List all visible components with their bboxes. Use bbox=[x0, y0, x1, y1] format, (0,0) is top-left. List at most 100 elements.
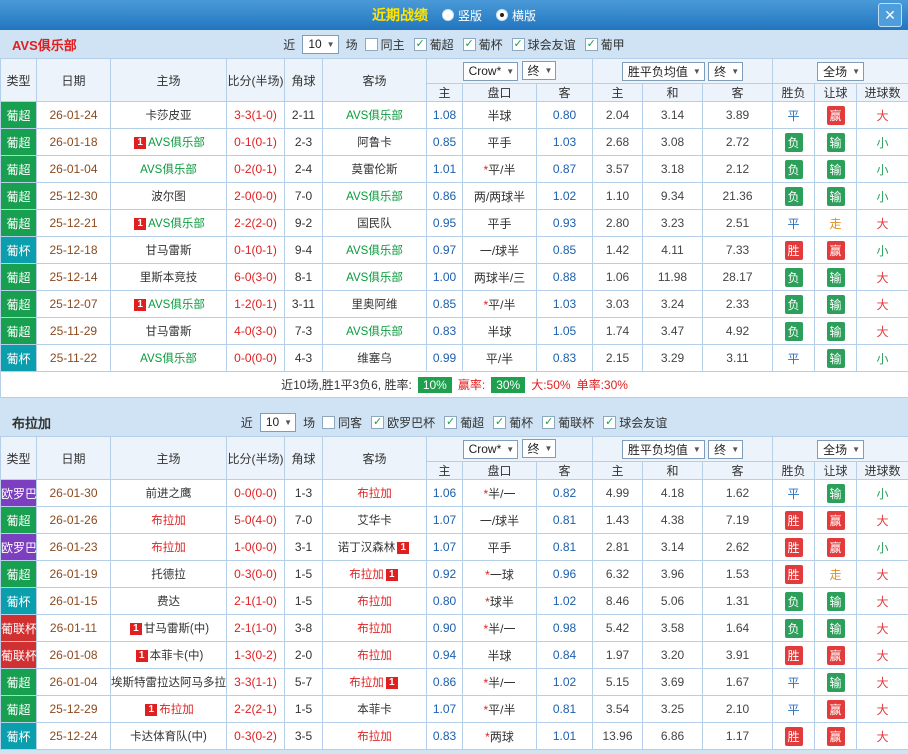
final-avg-select[interactable]: 终 ▼ bbox=[708, 439, 744, 459]
filter-同主[interactable]: 同主 bbox=[364, 36, 405, 53]
scope-select[interactable]: 全场 ▼ bbox=[817, 61, 864, 81]
match-row: 欧罗巴杯26-01-30 前进之鹰 0-0(0-0)1-3 布拉加 1.06*半/一0.… bbox=[0, 479, 908, 507]
filter-label: 葡甲 bbox=[600, 37, 625, 52]
col-handicap-result: 让球 bbox=[814, 461, 858, 480]
filter-葡甲[interactable]: ✓ 葡甲 bbox=[584, 36, 625, 53]
chevron-down-icon: ▼ bbox=[852, 66, 860, 76]
chevron-down-icon: ▼ bbox=[731, 444, 740, 454]
team-section-braga: 布拉加 近 10 ▼ 场 同客 ✓ 欧罗巴杯 ✓ 葡超 ✓ 葡杯 ✓ 葡联杯 ✓ 球会友谊 类型 日期… bbox=[0, 408, 908, 750]
checkbox-checked-icon[interactable]: ✓ bbox=[413, 37, 427, 51]
filter-label: 欧罗巴杯 bbox=[387, 415, 436, 430]
away-handicap-odds: 0.81 bbox=[536, 695, 593, 723]
avg-odds-controls: 胜平负均值 ▼ 终 ▼ bbox=[591, 436, 774, 462]
team-name: 国民队 bbox=[357, 218, 392, 230]
match-row: 葡超 25-11-29 甘马雷斯 4-0(3-0) 7-3 AVS俱乐部 0.83 半球 1.0… bbox=[0, 317, 908, 345]
avg-odds-select[interactable]: 胜平负均值 ▼ bbox=[621, 61, 705, 81]
home-team: 卡莎皮亚 bbox=[110, 101, 227, 129]
avg-odds-select[interactable]: 胜平负均值 ▼ bbox=[621, 439, 705, 459]
avg-home-odds: 13.96 bbox=[592, 722, 643, 750]
avg-home-odds: 5.42 bbox=[592, 614, 643, 642]
result-mark: 输 bbox=[826, 591, 845, 611]
filter-球会友谊[interactable]: ✓ 球会友谊 bbox=[603, 414, 667, 431]
handicap-controls: Crow* ▼ 终 ▼ bbox=[426, 58, 593, 84]
avg-away-odds: 2.10 bbox=[701, 695, 774, 723]
result-winlose: 胜 bbox=[772, 236, 816, 264]
result-winlose: 胜 bbox=[772, 722, 816, 750]
company-value: Crow* bbox=[468, 64, 502, 79]
close-icon[interactable]: ✕ bbox=[878, 3, 902, 27]
result-mark: 负 bbox=[784, 591, 803, 611]
filter-球会友谊[interactable]: ✓ 球会友谊 bbox=[511, 36, 576, 53]
checkbox-checked-icon[interactable]: ✓ bbox=[371, 415, 385, 429]
avg-away-odds: 1.62 bbox=[701, 479, 774, 507]
filter-欧罗巴杯[interactable]: ✓ 欧罗巴杯 bbox=[371, 414, 435, 431]
company-select[interactable]: Crow* ▼ bbox=[462, 61, 519, 81]
filter-同客[interactable]: 同客 bbox=[322, 414, 362, 431]
checkbox-checked-icon[interactable]: ✓ bbox=[603, 415, 617, 429]
avg-odds-controls: 胜平负均值 ▼ 终 ▼ bbox=[591, 58, 774, 84]
filter-葡杯[interactable]: ✓ 葡杯 bbox=[462, 36, 503, 53]
col-odds-away: 客 bbox=[536, 461, 593, 480]
score: 2-2(2-0) bbox=[226, 209, 285, 237]
checkbox-unchecked-icon[interactable] bbox=[364, 37, 378, 51]
checkbox-checked-icon[interactable]: ✓ bbox=[584, 37, 598, 51]
avg-home-odds: 1.43 bbox=[592, 506, 643, 534]
match-count-select[interactable]: 10 ▼ bbox=[302, 34, 339, 54]
checkbox-checked-icon[interactable]: ✓ bbox=[462, 37, 476, 51]
avg-draw-odds: 4.18 bbox=[642, 479, 703, 507]
filter-葡超[interactable]: ✓ 葡超 bbox=[444, 414, 484, 431]
league-badge: 葡联杯 bbox=[0, 614, 37, 642]
away-team: 本菲卡 bbox=[322, 695, 427, 723]
avg-draw-odds: 3.24 bbox=[642, 290, 703, 318]
star-mark: * bbox=[483, 675, 489, 690]
result-mark: 输 bbox=[826, 132, 845, 152]
team-name: 布拉加 bbox=[357, 488, 392, 500]
checkbox-checked-icon[interactable]: ✓ bbox=[444, 415, 458, 429]
recent-record-dialog: 近期战绩 竖版 横版 ✕ AVS俱乐部 近 10 ▼ 场 同主 ✓ 葡超 ✓ 葡杯 ✓ 球会友… bbox=[0, 0, 908, 754]
result-handicap: 输 bbox=[814, 614, 858, 642]
red-1-badge: 1 bbox=[385, 569, 398, 581]
dialog-title: 近期战绩 bbox=[371, 7, 428, 23]
result-handicap: 赢 bbox=[814, 641, 858, 669]
handicap-line: 一/球半 bbox=[462, 506, 537, 534]
match-rows: 欧罗巴杯26-01-30前进之鹰0-0(0-0)1-3布拉加1.06*半/一0.… bbox=[0, 479, 908, 750]
star-mark: * bbox=[483, 486, 489, 501]
checkbox-checked-icon[interactable]: ✓ bbox=[493, 415, 507, 429]
scope-select[interactable]: 全场 ▼ bbox=[817, 439, 864, 459]
checkbox-checked-icon[interactable]: ✓ bbox=[511, 37, 525, 51]
radio-unselected-icon[interactable] bbox=[441, 9, 454, 21]
handicap-line: *球半 bbox=[462, 587, 537, 615]
checkbox-checked-icon[interactable]: ✓ bbox=[542, 415, 556, 429]
radio-selected-icon[interactable] bbox=[496, 9, 508, 21]
filter-葡超[interactable]: ✓ 葡超 bbox=[413, 36, 454, 53]
filter-葡杯[interactable]: ✓ 葡杯 bbox=[493, 414, 533, 431]
final-odds-select[interactable]: 终 ▼ bbox=[521, 439, 557, 459]
col-score: 比分(半场) bbox=[226, 58, 285, 102]
team-name: AVS俱乐部 bbox=[346, 245, 403, 257]
filter-葡联杯[interactable]: ✓ 葡联杯 bbox=[542, 414, 594, 431]
match-count-select[interactable]: 10 ▼ bbox=[259, 412, 297, 432]
avg-draw-odds: 3.29 bbox=[642, 344, 703, 372]
checkbox-unchecked-icon[interactable] bbox=[322, 415, 336, 429]
avg-away-odds: 2.62 bbox=[701, 533, 774, 561]
result-mark: 小 bbox=[876, 162, 889, 177]
result-goals: 小 bbox=[856, 182, 908, 210]
team-name: 布拉加 bbox=[357, 650, 392, 662]
company-select[interactable]: Crow* ▼ bbox=[462, 439, 519, 459]
result-mark: 大 bbox=[876, 216, 889, 231]
layout-option-horizontal[interactable]: 横版 bbox=[496, 7, 536, 24]
avg-away-odds: 1.67 bbox=[701, 668, 774, 696]
avg-draw-odds: 3.20 bbox=[642, 641, 703, 669]
result-winlose: 负 bbox=[772, 587, 816, 615]
col-odds-home: 主 bbox=[426, 461, 463, 480]
result-mark: 负 bbox=[784, 267, 803, 287]
avg-away-odds: 7.33 bbox=[701, 236, 774, 264]
col-score: 比分(半场) bbox=[226, 436, 285, 480]
handicap-line: 两球半/三 bbox=[462, 263, 537, 291]
final-avg-select[interactable]: 终 ▼ bbox=[708, 61, 744, 81]
handicap-line: *半/一 bbox=[462, 614, 537, 642]
team-name: 艾华卡 bbox=[357, 515, 392, 527]
layout-option-vertical[interactable]: 竖版 bbox=[441, 7, 482, 24]
filter-label: 葡超 bbox=[460, 415, 485, 430]
final-odds-select[interactable]: 终 ▼ bbox=[521, 61, 557, 81]
